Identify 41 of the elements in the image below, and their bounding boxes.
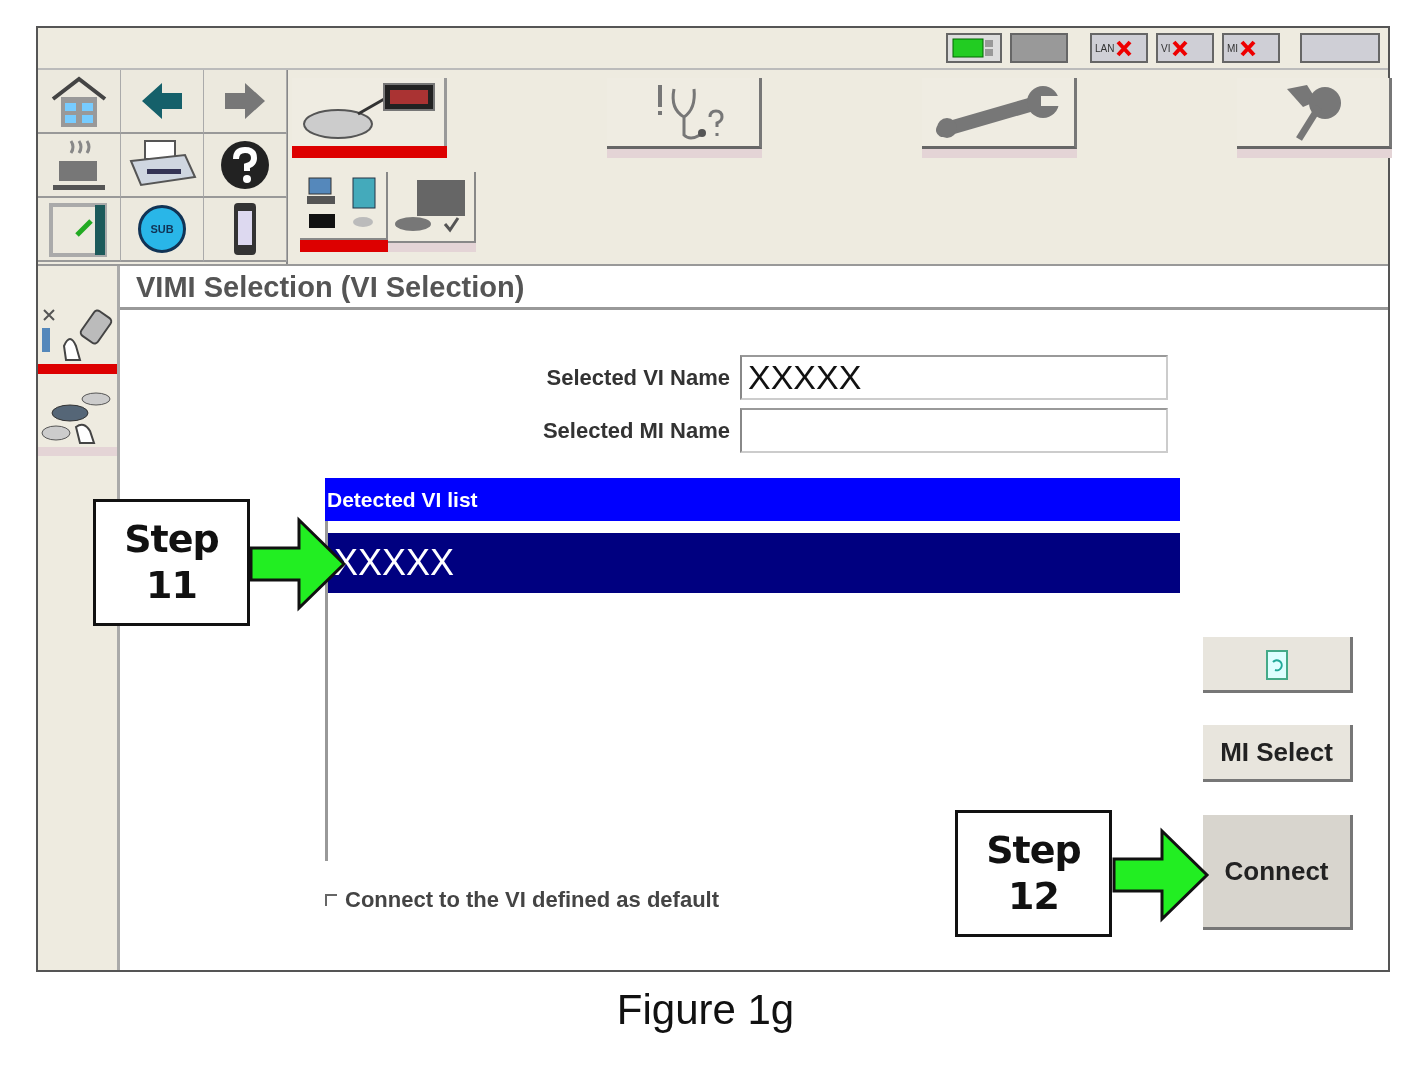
standby-button[interactable] (38, 134, 121, 198)
phone-button[interactable] (204, 198, 287, 262)
side-tab[interactable] (38, 306, 117, 374)
house-button[interactable] (38, 70, 121, 134)
figure-caption: Figure 1g (615, 985, 796, 1035)
connect-button[interactable]: Connect (1203, 815, 1353, 930)
toolbar-tab[interactable] (300, 172, 388, 252)
error-cross-icon (1116, 39, 1133, 57)
phone-icon (231, 201, 259, 257)
right-arrow-icon (223, 81, 267, 121)
select-button[interactable]: MI Select (1203, 725, 1353, 782)
sub-icon: SUB (138, 205, 186, 253)
back-button[interactable] (121, 70, 204, 134)
toolbar-tab[interactable] (292, 78, 447, 158)
indicator-label: MI (1227, 41, 1239, 56)
help-button[interactable] (204, 134, 287, 198)
print-button[interactable] (121, 134, 204, 198)
status-indicator (1010, 33, 1068, 63)
help-icon (219, 139, 271, 191)
field-label: Selected VI Name (545, 364, 731, 392)
panel-title: VIMI Selection (VI Selection) (120, 266, 1388, 310)
input-field[interactable]: XXXXX (740, 355, 1168, 400)
forward-button[interactable] (204, 70, 287, 134)
indicator-label: LAN (1095, 41, 1115, 56)
indicator-label: VI (1161, 41, 1171, 56)
left-arrow-icon (140, 81, 184, 121)
pc-connection-icon (951, 37, 995, 59)
list-header: Detected VI list (325, 478, 1180, 521)
error-cross-icon (1172, 39, 1189, 57)
step-callout: Step 12 (955, 810, 1112, 937)
step-callout: Step 11 (93, 499, 250, 626)
document-icon (1265, 650, 1288, 681)
exit-button[interactable] (38, 198, 121, 262)
list-item[interactable]: XXXXX (328, 533, 1180, 593)
window-icon (49, 201, 109, 257)
input-field[interactable] (740, 408, 1168, 453)
error-cross-icon (1240, 39, 1257, 57)
sub-button[interactable]: SUB (121, 198, 204, 262)
refresh-button[interactable] (1203, 637, 1353, 693)
checkbox-label: Connect to the VI defined as default (345, 886, 720, 914)
field-label: Selected MI Name (541, 417, 731, 445)
